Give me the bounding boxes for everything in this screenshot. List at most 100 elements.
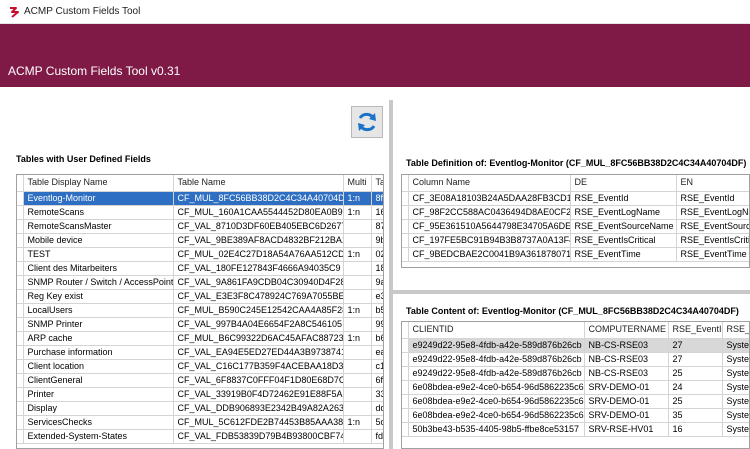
table-row[interactable]: CF_98F2CC588AC0436494D8AE0CF292 RSE_Event…: [402, 205, 749, 220]
column-header[interactable]: DE: [570, 175, 677, 192]
table-cell[interactable]: e9249d22-95e8-4fdb-a42e-589d876b26cb: [408, 366, 585, 381]
table-cell[interactable]: 18: [371, 261, 383, 276]
table-cell[interactable]: 27: [668, 352, 723, 367]
table-cell[interactable]: 9a: [371, 275, 383, 290]
table-cell[interactable]: Extended-System-States: [23, 429, 174, 444]
table-cell[interactable]: CF_98F2CC588AC0436494D8AE0CF292: [408, 205, 571, 220]
table-cell[interactable]: CF_VAL_EA94E5ED27ED44A3B9738741: [173, 345, 344, 360]
content-grid[interactable]: CLIENTIDCOMPUTERNAMERSE_EventIdRSE_Ev e9…: [401, 321, 750, 449]
table-cell[interactable]: [343, 401, 372, 416]
table-cell[interactable]: Client des Mitarbeiters: [23, 261, 174, 276]
table-cell[interactable]: 1:n: [343, 331, 372, 346]
table-row[interactable]: Client location CF_VAL_C16C177B359F4ACEBA…: [17, 359, 383, 374]
table-row[interactable]: LocalUsers CF_MUL_B590C245E12542CAA4A85F2…: [17, 303, 383, 318]
table-cell[interactable]: RSE_EventLogNam: [676, 205, 749, 220]
column-header[interactable]: Table Display Name: [23, 175, 174, 192]
table-cell[interactable]: 1:n: [343, 247, 372, 262]
table-cell[interactable]: e9249d22-95e8-4fdb-a42e-589d876b26cb: [408, 338, 585, 353]
table-row[interactable]: 50b3be43-b535-4405-98b5-ffbe8ce53157 SRV-…: [402, 422, 749, 437]
table-cell[interactable]: 16: [668, 422, 723, 437]
table-cell[interactable]: 87: [371, 219, 383, 234]
table-cell[interactable]: SRV-DEMO-01: [584, 408, 669, 423]
table-cell[interactable]: 8f: [371, 191, 383, 206]
table-row[interactable]: Client des Mitarbeiters CF_VAL_180FE12784…: [17, 261, 383, 276]
table-cell[interactable]: RSE_EventId: [570, 191, 677, 206]
table-cell[interactable]: 35: [668, 408, 723, 423]
table-cell[interactable]: 99: [371, 317, 383, 332]
table-cell[interactable]: RSE_EventSourceN: [676, 219, 749, 234]
table-cell[interactable]: ClientGeneral: [23, 373, 174, 388]
table-cell[interactable]: e9249d22-95e8-4fdb-a42e-589d876b26cb: [408, 352, 585, 367]
table-cell[interactable]: [343, 345, 372, 360]
table-cell[interactable]: e3: [371, 289, 383, 304]
table-cell[interactable]: CF_MUL_B6C99322D6AC45AFAC887236: [173, 331, 344, 346]
table-cell[interactable]: [343, 429, 372, 444]
table-row[interactable]: TESTCF_MUL_02E4C27D18A54A76AA512CD11:n02: [17, 247, 383, 262]
table-cell[interactable]: 24: [668, 380, 723, 395]
table-row[interactable]: ClientGeneral CF_VAL_6F8837C0FFF04F1D80E6…: [17, 373, 383, 388]
table-cell[interactable]: CF_9BEDCBAE2C0041B9A36187807105: [408, 247, 571, 262]
table-cell[interactable]: SRV-RSE-HV01: [584, 422, 669, 437]
table-cell[interactable]: 1:n: [343, 191, 372, 206]
table-cell[interactable]: NB-CS-RSE03: [584, 366, 669, 381]
refresh-button[interactable]: [351, 106, 383, 138]
table-cell[interactable]: RSE_EventTime: [570, 247, 677, 262]
table-cell[interactable]: b6: [371, 331, 383, 346]
column-header[interactable]: Ta: [371, 175, 383, 192]
table-row[interactable]: Mobile device CF_VAL_9BE389AF8ACD4832BF21…: [17, 233, 383, 248]
table-row[interactable]: 6e08bdea-e9e2-4ce0-b654-96d5862235c6 SRV-…: [402, 394, 749, 409]
table-row[interactable]: Reg Key exist CF_VAL_E3E3F8C478924C769A70…: [17, 289, 383, 304]
table-cell[interactable]: CF_VAL_FDB53839D79B4B93800CBF74: [173, 429, 344, 444]
table-cell[interactable]: CF_95E361510A5644798E34705A6DE4: [408, 219, 571, 234]
column-header[interactable]: CLIENTID: [408, 322, 585, 339]
table-cell[interactable]: SRV-DEMO-01: [584, 380, 669, 395]
table-cell[interactable]: 1:n: [343, 303, 372, 318]
column-header[interactable]: RSE_Ev: [722, 322, 749, 339]
column-header[interactable]: COMPUTERNAME: [584, 322, 669, 339]
table-cell[interactable]: 33: [371, 387, 383, 402]
table-cell[interactable]: 6e08bdea-e9e2-4ce0-b654-96d5862235c6: [408, 408, 585, 423]
table-cell[interactable]: CF_VAL_DDB906893E2342B49A82A263: [173, 401, 344, 416]
table-row[interactable]: SNMP Printer CF_VAL_997B4A04E6654F2A8C546…: [17, 317, 383, 332]
table-cell[interactable]: SNMP Router / Switch / AccessPoint: [23, 275, 174, 290]
table-cell[interactable]: 16: [371, 205, 383, 220]
table-cell[interactable]: [343, 373, 372, 388]
table-cell[interactable]: ServicesChecks: [23, 415, 174, 430]
table-cell[interactable]: ea: [371, 345, 383, 360]
table-row[interactable]: ServicesChecks CF_MUL_5C612FDE2B74453B85A…: [17, 415, 383, 430]
table-cell[interactable]: Printer: [23, 387, 174, 402]
table-cell[interactable]: 6e08bdea-e9e2-4ce0-b654-96d5862235c6: [408, 380, 585, 395]
table-row[interactable]: PrinterCF_VAL_33919B0F4D72462E91E88F5A 33: [17, 387, 383, 402]
column-header[interactable]: Column Name: [408, 175, 571, 192]
table-row[interactable]: ARP cache CF_MUL_B6C99322D6AC45AFAC887236…: [17, 331, 383, 346]
table-row[interactable]: e9249d22-95e8-4fdb-a42e-589d876b26cb NB-C…: [402, 366, 749, 381]
table-cell[interactable]: Purchase information: [23, 345, 174, 360]
table-cell[interactable]: 1:n: [343, 205, 372, 220]
table-cell[interactable]: 6f: [371, 373, 383, 388]
table-cell[interactable]: CF_VAL_C16C177B359F4ACEBAA18D3F: [173, 359, 344, 374]
table-row[interactable]: Purchase information CF_VAL_EA94E5ED27ED4…: [17, 345, 383, 360]
table-cell[interactable]: 25: [668, 394, 723, 409]
table-cell[interactable]: [343, 317, 372, 332]
table-cell[interactable]: 9b: [371, 233, 383, 248]
table-row[interactable]: RemoteScans CF_MUL_160A1CAA5544452D80EA0B…: [17, 205, 383, 220]
table-cell[interactable]: CF_VAL_9A861FA9CDB04C30940D4F28: [173, 275, 344, 290]
table-cell[interactable]: [343, 219, 372, 234]
table-cell[interactable]: CF_VAL_997B4A04E6654F2A8C546105: [173, 317, 344, 332]
vertical-splitter[interactable]: [389, 100, 393, 449]
table-cell[interactable]: dd: [371, 401, 383, 416]
table-cell[interactable]: c1: [371, 359, 383, 374]
table-row[interactable]: Eventlog-Monitor CF_MUL_8FC56BB38D2C4C34A…: [17, 191, 383, 206]
table-cell[interactable]: System: [722, 408, 749, 423]
table-cell[interactable]: ARP cache: [23, 331, 174, 346]
table-row[interactable]: e9249d22-95e8-4fdb-a42e-589d876b26cb NB-C…: [402, 352, 749, 367]
table-cell[interactable]: 50b3be43-b535-4405-98b5-ffbe8ce53157: [408, 422, 585, 437]
table-cell[interactable]: SRV-DEMO-01: [584, 394, 669, 409]
table-cell[interactable]: RSE_EventTime: [676, 247, 749, 262]
table-row[interactable]: 6e08bdea-e9e2-4ce0-b654-96d5862235c6 SRV-…: [402, 380, 749, 395]
table-cell[interactable]: CF_VAL_8710D3DF60EB405EBC6D2677: [173, 219, 344, 234]
table-cell[interactable]: CF_MUL_8FC56BB38D2C4C34A40704DF: [173, 191, 344, 206]
table-cell[interactable]: CF_VAL_180FE127843F4666A94035C9: [173, 261, 344, 276]
table-cell[interactable]: CF_MUL_B590C245E12542CAA4A85F28: [173, 303, 344, 318]
table-cell[interactable]: RSE_EventLogName: [570, 205, 677, 220]
